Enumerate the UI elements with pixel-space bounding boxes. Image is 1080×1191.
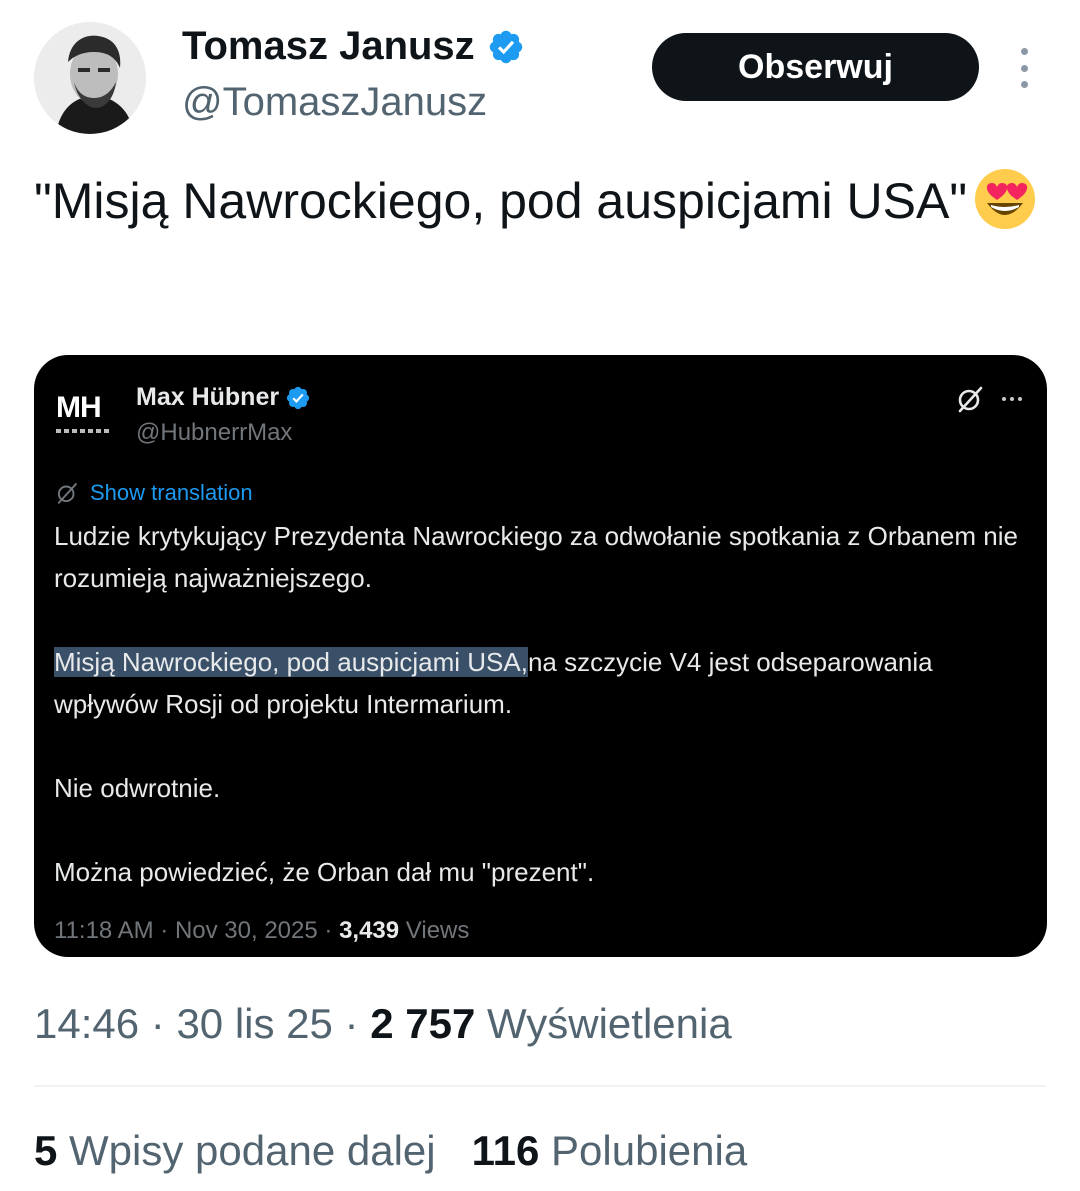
author-handle[interactable]: @TomaszJanusz	[182, 80, 487, 125]
selected-text-highlight: Misją Nawrockiego, pod auspicjami USA,	[54, 647, 528, 677]
author-name-text[interactable]: Tomasz Janusz	[182, 24, 475, 69]
quoted-author-handle[interactable]: @HubnerrMax	[136, 419, 292, 447]
likes-stat[interactable]: 116 Polubienia	[472, 1127, 748, 1175]
reposts-count: 5	[34, 1127, 58, 1174]
tweet-text-content: "Misją Nawrockiego, pod auspicjami USA"	[34, 173, 968, 229]
tweet-views-count: 2 757	[370, 1000, 476, 1047]
follow-button[interactable]: Obserwuj	[652, 33, 979, 101]
verified-badge-icon	[489, 30, 522, 63]
logo-underline	[56, 429, 112, 433]
reposts-label: Wpisy podane dalej	[69, 1127, 436, 1174]
quoted-tweet-meta: 11:18 AM · Nov 30, 2025 · 3,439 Views	[54, 917, 470, 944]
quoted-author-name[interactable]: Max Hübner	[136, 383, 311, 412]
quoted-author-name-text[interactable]: Max Hübner	[136, 383, 279, 412]
tweet-stats: 5 Wpisy podane dalej 116 Polubienia	[34, 1127, 747, 1175]
quoted-time[interactable]: 11:18 AM	[54, 917, 154, 944]
tweet-time[interactable]: 14:46	[34, 1000, 139, 1047]
quoted-author-logo-text: MH	[56, 391, 102, 424]
heart-eyes-emoji-icon	[975, 168, 1036, 229]
quoted-paragraph-1: Ludzie krytykujący Prezydenta Nawrockieg…	[54, 521, 1018, 593]
quoted-paragraph-3: Nie odwrotnie.	[54, 773, 221, 803]
quoted-verified-badge-icon	[286, 386, 310, 409]
quoted-views-count: 3,439	[339, 917, 400, 944]
tweet-views-label: Wyświetlenia	[486, 1000, 732, 1047]
reposts-stat[interactable]: 5 Wpisy podane dalej	[34, 1127, 436, 1175]
quoted-author-avatar[interactable]: MH	[56, 393, 122, 451]
tweet-meta: 14:46 · 30 lis 25 · 2 757 Wyświetlenia	[34, 1000, 732, 1047]
quoted-views-label: Views	[405, 917, 470, 944]
show-translation-label[interactable]: Show translation	[90, 480, 253, 506]
author-avatar[interactable]	[34, 22, 146, 134]
likes-label: Polubienia	[551, 1127, 748, 1174]
translate-grok-icon	[57, 483, 77, 504]
show-translation-link[interactable]: Show translation	[54, 480, 253, 506]
quoted-tweet-card[interactable]: MH Max Hübner @HubnerrMax Show translati…	[34, 355, 1047, 957]
quoted-paragraph-2: Misją Nawrockiego, pod auspicjami USA,na…	[54, 641, 1029, 725]
author-name[interactable]: Tomasz Janusz	[182, 24, 525, 69]
grok-icon[interactable]	[954, 383, 986, 415]
quoted-date[interactable]: Nov 30, 2025	[175, 917, 318, 944]
quoted-more-icon[interactable]	[1002, 397, 1022, 401]
divider	[34, 1085, 1046, 1087]
quoted-tweet-text: Ludzie krytykujący Prezydenta Nawrockieg…	[54, 515, 1029, 893]
tweet-date[interactable]: 30 lis 25	[176, 1000, 332, 1047]
more-options-icon[interactable]	[1012, 48, 1036, 88]
quoted-paragraph-4: Można powiedzieć, że Orban dał mu "preze…	[54, 857, 595, 887]
likes-count: 116	[471, 1127, 540, 1174]
tweet-text: "Misją Nawrockiego, pod auspicjami USA"	[34, 168, 1044, 237]
avatar-photo	[34, 22, 146, 134]
